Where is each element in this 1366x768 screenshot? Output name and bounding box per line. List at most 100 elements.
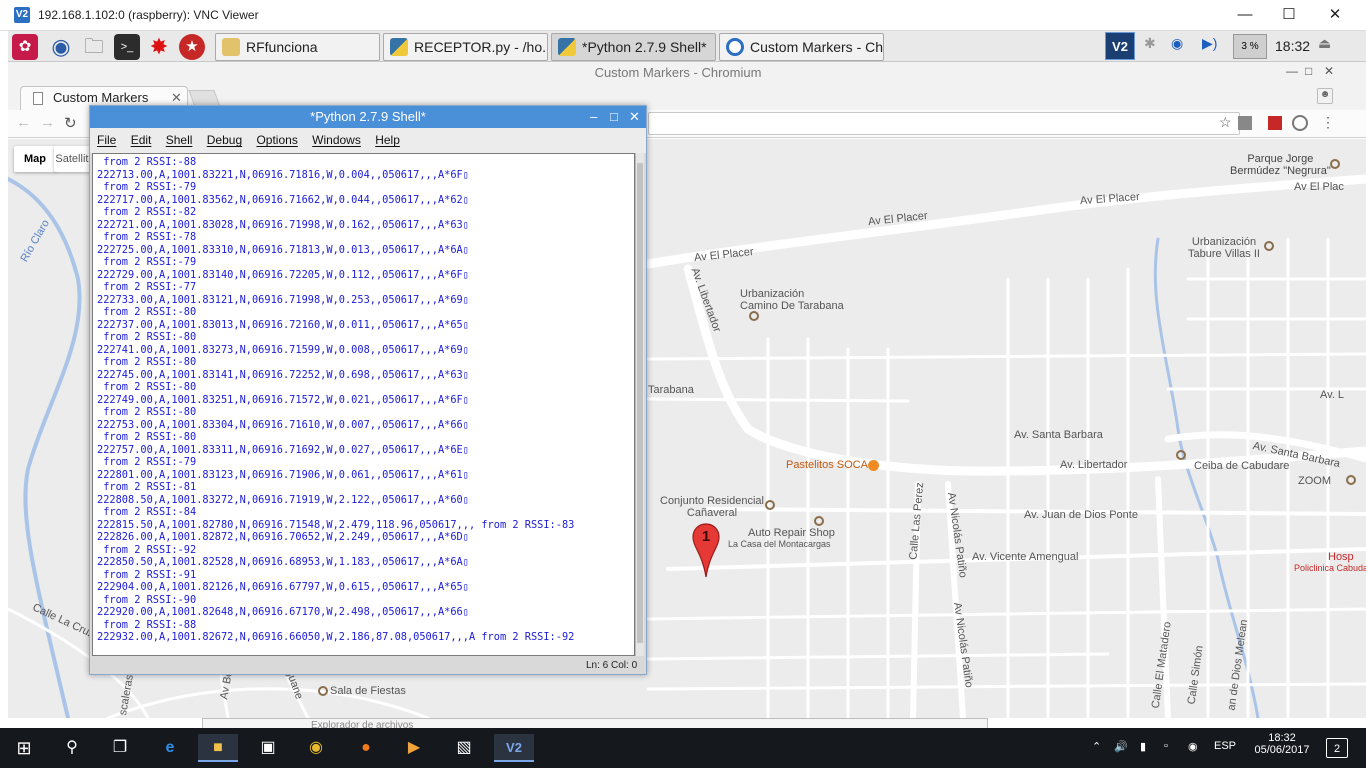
close-button[interactable]: ✕: [1312, 4, 1358, 28]
chevron-up-icon[interactable]: ⌃: [1092, 740, 1101, 753]
extension-icon[interactable]: [1268, 116, 1282, 130]
pi-clock: 18:32: [1275, 38, 1311, 54]
shell-output-line: 222904.00,A,1001.82126,N,06916.67797,W,0…: [97, 581, 469, 593]
bluetooth-icon[interactable]: ✱: [1144, 35, 1156, 52]
map-label-av-libertador: Av. Libertador: [1060, 459, 1128, 471]
chromium-icon: [726, 38, 744, 56]
python-icon: [558, 38, 576, 56]
shell-minimize-button[interactable]: –: [590, 106, 597, 128]
notification-icon[interactable]: 2: [1326, 738, 1348, 758]
battery-icon[interactable]: ▮: [1140, 740, 1146, 753]
poi-icon[interactable]: [814, 516, 824, 526]
raspberry-menu-icon[interactable]: ✿: [12, 34, 38, 60]
language-indicator[interactable]: ESP: [1214, 740, 1236, 752]
chromium-minimize-button[interactable]: —: [1286, 64, 1298, 78]
bookmark-star-icon[interactable]: ☆: [1219, 114, 1232, 131]
poi-icon[interactable]: [1346, 475, 1356, 485]
map-marker[interactable]: 1: [692, 523, 720, 579]
terminal-icon[interactable]: >_: [114, 34, 140, 60]
shell-close-button[interactable]: ✕: [629, 106, 640, 128]
network-icon[interactable]: ▫: [1164, 740, 1168, 752]
web-browser-icon[interactable]: ◉: [48, 34, 74, 60]
folder-icon: [222, 38, 240, 56]
extension-icon[interactable]: [1292, 115, 1308, 131]
chromium-menu-icon[interactable]: ⋮: [1321, 114, 1335, 131]
shell-output-line: 222801.00,A,1001.83123,N,06916.71906,W,0…: [97, 468, 469, 481]
wifi-icon[interactable]: ◉: [1188, 740, 1198, 753]
wifi-icon[interactable]: ◉: [1171, 35, 1183, 52]
vnc-server-icon[interactable]: V2: [1105, 32, 1135, 60]
shell-output[interactable]: from 2 RSSI:-88 222713.00,A,1001.83221,N,…: [92, 153, 635, 656]
chromium-title-bar: Custom Markers - Chromium — □ ✕: [8, 62, 1366, 84]
poi-icon[interactable]: [318, 686, 328, 696]
task-receptor[interactable]: RECEPTOR.py - /ho...: [383, 33, 548, 61]
menu-shell[interactable]: Shell: [166, 133, 193, 147]
menu-file[interactable]: File: [97, 133, 116, 147]
menu-options[interactable]: Options: [256, 133, 297, 147]
chromium-close-button[interactable]: ✕: [1324, 64, 1334, 78]
pi-taskbar: ✿ ◉ 🗀 >_ ✸ ★ RFfunciona RECEPTOR.py - /h…: [8, 31, 1366, 62]
shell-scrollbar[interactable]: [635, 153, 644, 656]
python-icon: [390, 38, 408, 56]
speaker-icon[interactable]: 🔊: [1114, 740, 1128, 753]
marker-number: 1: [701, 528, 711, 545]
task-python-shell[interactable]: *Python 2.7.9 Shell*: [551, 33, 716, 61]
menu-edit[interactable]: Edit: [131, 133, 152, 147]
cpu-monitor: 3 %: [1233, 34, 1267, 59]
shell-menu-bar: File Edit Shell Debug Options Windows He…: [90, 128, 646, 153]
edge-icon[interactable]: e: [150, 734, 190, 762]
windows-start-icon[interactable]: ⊞: [4, 734, 44, 762]
profile-icon[interactable]: ☻: [1317, 88, 1333, 104]
menu-help[interactable]: Help: [375, 133, 400, 147]
menu-windows[interactable]: Windows: [312, 133, 361, 147]
firefox-icon[interactable]: ●: [346, 734, 386, 762]
task-custom-markers[interactable]: Custom Markers - Ch...: [719, 33, 884, 61]
shell-output-line: 222815.50,A,1001.82780,N,06916.71548,W,2…: [97, 518, 575, 531]
store-icon[interactable]: ▣: [248, 734, 288, 762]
back-button[interactable]: ←: [16, 114, 31, 131]
map-label-zoom: ZOOM: [1298, 475, 1331, 487]
reload-button[interactable]: ↻: [64, 114, 77, 132]
eject-icon[interactable]: ⏏: [1318, 35, 1331, 52]
chromium-maximize-button[interactable]: □: [1305, 64, 1312, 78]
task-label: RECEPTOR.py - /ho...: [414, 39, 548, 55]
restaurant-icon[interactable]: [868, 460, 879, 471]
file-explorer-icon[interactable]: ■: [198, 734, 238, 762]
video-app-icon[interactable]: ▶: [394, 734, 434, 762]
poi-icon[interactable]: [749, 311, 759, 321]
map-label-hospital: Hosp: [1328, 551, 1354, 563]
map-label-vicente: Av. Vicente Amengual: [972, 551, 1079, 563]
app-icon[interactable]: ▧: [444, 734, 484, 762]
shell-output-line: 222808.50,A,1001.83272,N,06916.71919,W,2…: [97, 493, 469, 506]
map-label-sala-fiestas: Sala de Fiestas: [330, 685, 406, 697]
scrollbar-thumb[interactable]: [637, 163, 643, 643]
poi-icon[interactable]: [1264, 241, 1274, 251]
mathematica-icon[interactable]: ✸: [146, 34, 172, 60]
minimize-button[interactable]: —: [1222, 4, 1268, 28]
address-bar[interactable]: ☆: [648, 112, 1240, 135]
maximize-button[interactable]: ☐: [1266, 4, 1312, 28]
task-rffunciona[interactable]: RFfunciona: [215, 33, 380, 61]
vnc-viewer-icon[interactable]: V2: [494, 734, 534, 762]
poi-icon[interactable]: [1176, 450, 1186, 460]
chrome-icon[interactable]: ◉: [296, 734, 336, 762]
map-label-policlinica: Policlinica Cabudare C: [1294, 563, 1366, 573]
wolfram-icon[interactable]: ★: [179, 34, 205, 60]
poi-icon[interactable]: [765, 500, 775, 510]
forward-button[interactable]: →: [40, 114, 55, 131]
shell-output-line: 222717.00,A,1001.83562,N,06916.71662,W,0…: [97, 193, 469, 206]
map-type-map-button[interactable]: Map: [14, 146, 56, 172]
extension-icon[interactable]: [1238, 116, 1252, 130]
menu-debug[interactable]: Debug: [207, 133, 242, 147]
shell-maximize-button[interactable]: □: [610, 106, 618, 128]
shell-output-line: 222745.00,A,1001.83141,N,06916.72252,W,0…: [97, 368, 469, 381]
poi-icon[interactable]: [1330, 159, 1340, 169]
file-manager-icon[interactable]: 🗀: [81, 34, 107, 60]
search-icon[interactable]: ⚲: [52, 734, 92, 762]
shell-output-line: from 2 RSSI:-79: [97, 181, 197, 193]
task-view-icon[interactable]: ❐: [100, 734, 140, 762]
volume-icon[interactable]: ▶): [1202, 35, 1217, 52]
map-label-urb-tabure: Urbanización Tabure Villas II: [1188, 236, 1260, 260]
clock[interactable]: 18:32 05/06/2017: [1252, 732, 1312, 756]
shell-title: *Python 2.7.9 Shell*: [310, 109, 426, 124]
